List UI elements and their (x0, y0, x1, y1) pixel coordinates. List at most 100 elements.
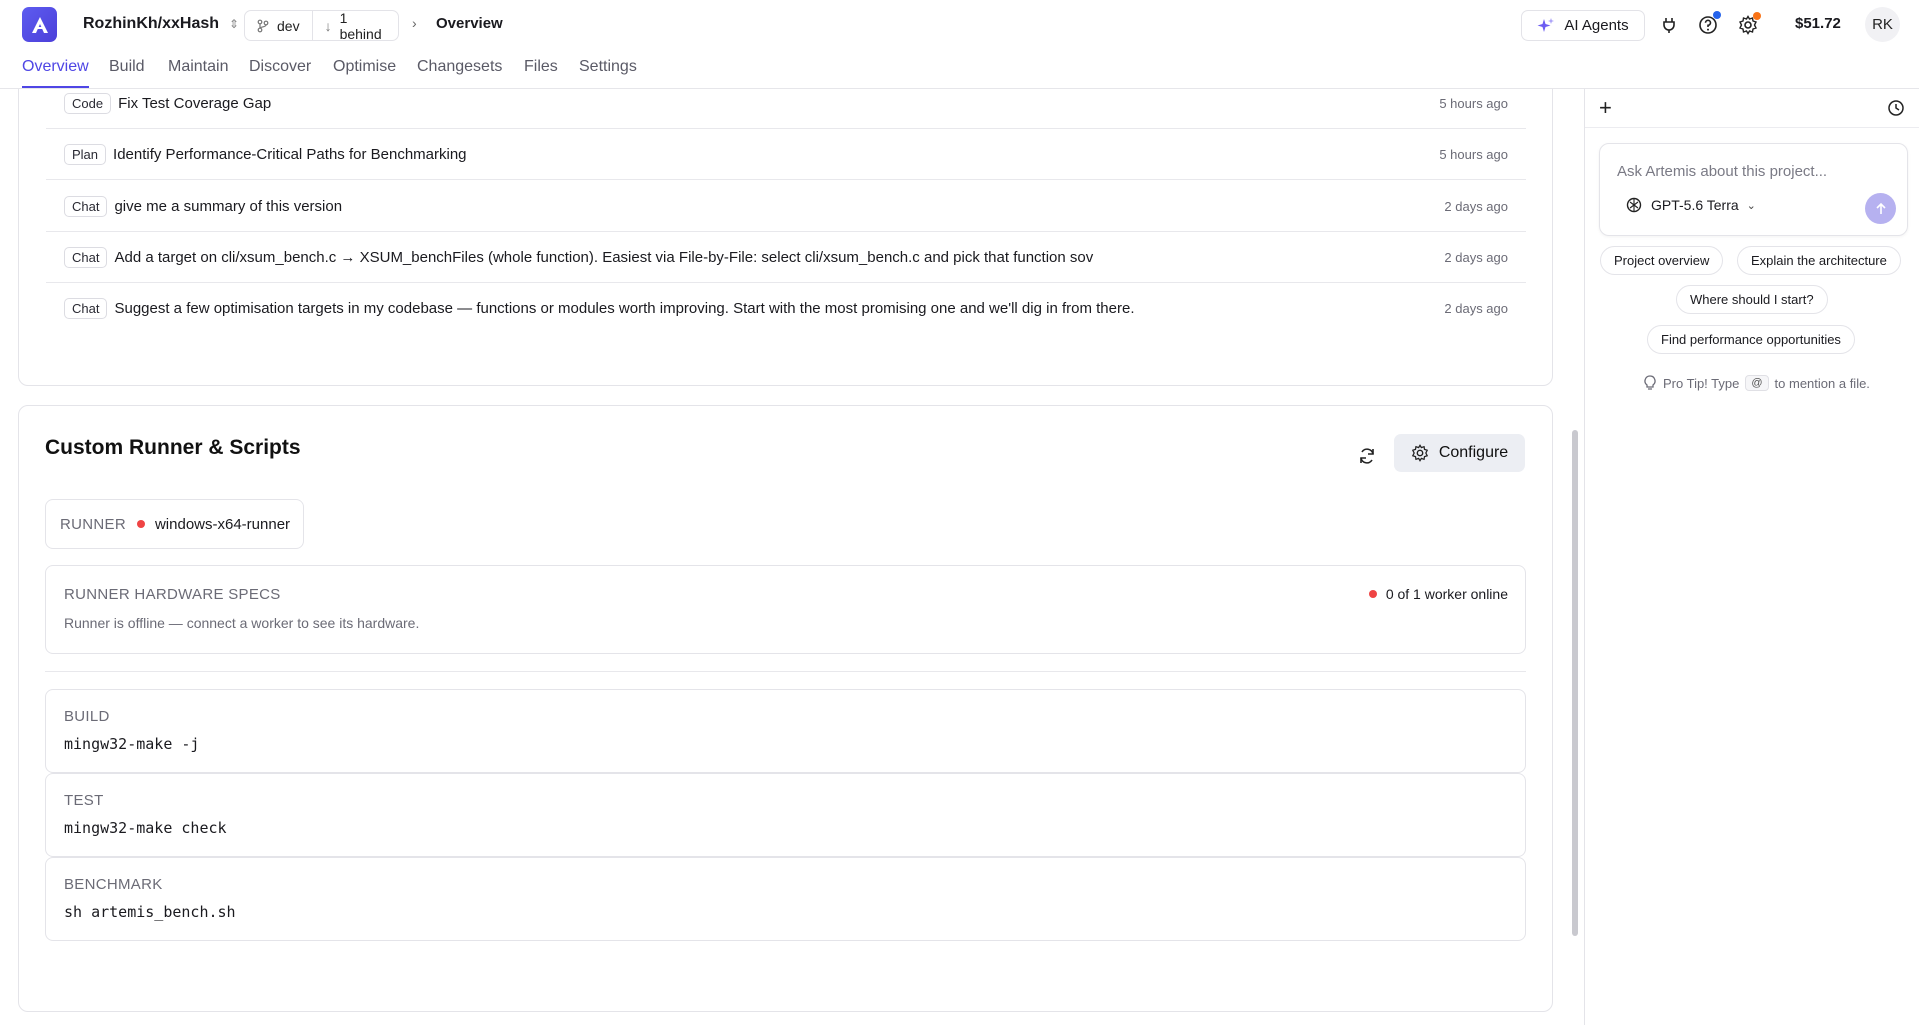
chevron-down-icon: ⌄ (1746, 199, 1756, 212)
tab-maintain[interactable]: Maintain (168, 58, 228, 86)
benchmark-command-box[interactable]: BENCHMARK sh artemis_bench.sh (45, 857, 1526, 941)
model-name: GPT-5.6 Terra (1651, 197, 1739, 213)
breadcrumb-current: Overview (436, 15, 503, 32)
openai-icon (1626, 197, 1642, 213)
tab-changesets[interactable]: Changesets (417, 58, 502, 86)
command-value: sh artemis_bench.sh (64, 903, 236, 921)
history-icon[interactable] (1887, 99, 1905, 121)
send-button[interactable] (1865, 193, 1896, 224)
section-title: Custom Runner & Scripts (45, 436, 301, 459)
chat-input[interactable]: Ask Artemis about this project... (1617, 163, 1827, 180)
configure-label: Configure (1438, 444, 1509, 461)
branch-name: dev (277, 17, 300, 34)
item-type-badge: Chat (64, 298, 108, 319)
tab-build[interactable]: Build (109, 58, 145, 86)
hardware-specs-description: Runner is offline — connect a worker to … (64, 615, 420, 631)
panel-toolbar: + (1585, 89, 1919, 128)
item-time: 2 days ago (1444, 249, 1508, 265)
item-title: Suggest a few optimisation targets in my… (114, 300, 1135, 317)
plug-icon[interactable] (1658, 14, 1680, 36)
sparkle-icon (1537, 17, 1555, 32)
list-item[interactable]: Chat Suggest a few optimisation targets … (46, 283, 1526, 334)
arrow-up-icon (1875, 202, 1886, 214)
item-type-badge: Chat (64, 195, 108, 217)
tab-optimise[interactable]: Optimise (333, 58, 396, 86)
suggestion-chip[interactable]: Where should I start? (1676, 285, 1828, 314)
offline-status-dot (136, 520, 145, 528)
list-item[interactable]: Chat Add a target on cli/xsum_bench.c → … (46, 232, 1526, 283)
arrow-down-icon: ↓ (324, 17, 332, 34)
suggestion-chip[interactable]: Project overview (1600, 246, 1724, 275)
tab-bar: Overview Build Maintain Discover Optimis… (0, 50, 1919, 89)
hardware-specs-box: RUNNER HARDWARE SPECS Runner is offline … (45, 565, 1526, 654)
main-scrollbar[interactable] (1572, 430, 1578, 936)
top-bar: RozhinKh/xxHash ⇕ dev ↓ 1 behind › Overv… (0, 0, 1919, 50)
repo-selector[interactable]: RozhinKh/xxHash ⇕ (83, 15, 239, 33)
item-title: Identify Performance-Critical Paths for … (113, 145, 467, 163)
suggestion-chip[interactable]: Explain the architecture (1737, 246, 1901, 275)
tab-settings[interactable]: Settings (579, 58, 637, 86)
runner-name: windows-x64-runner (154, 515, 291, 533)
avatar[interactable]: RK (1865, 7, 1900, 42)
runner-chip[interactable]: RUNNER windows-x64-runner (45, 499, 304, 549)
refresh-icon (1360, 448, 1374, 464)
item-time: 2 days ago (1444, 301, 1508, 316)
chat-input-box[interactable]: Ask Artemis about this project... GPT-5.… (1599, 143, 1908, 236)
branch-selector[interactable]: dev (245, 11, 312, 40)
repo-name: RozhinKh/xxHash (83, 15, 220, 32)
command-label: BENCHMARK (64, 876, 163, 893)
command-value: mingw32-make check (64, 819, 227, 837)
model-selector[interactable]: GPT-5.6 Terra ⌄ (1625, 196, 1756, 214)
item-type-badge: Plan (64, 143, 107, 165)
build-command-box[interactable]: BUILD mingw32-make -j (45, 689, 1526, 773)
refresh-button[interactable] (1354, 443, 1380, 469)
notification-dot (1713, 11, 1721, 19)
gear-icon[interactable] (1737, 12, 1761, 36)
item-title: give me a summary of this version (114, 197, 343, 215)
hardware-specs-title: RUNNER HARDWARE SPECS (64, 586, 281, 603)
behind-indicator[interactable]: ↓ 1 behind (311, 9, 398, 42)
item-time: 5 hours ago (1439, 146, 1508, 162)
worker-status-text: 0 of 1 worker online (1385, 586, 1508, 602)
behind-count: 1 behind (339, 9, 382, 42)
configure-button[interactable]: Configure (1394, 434, 1525, 472)
offline-status-dot (1368, 590, 1377, 598)
new-chat-icon[interactable]: + (1599, 95, 1612, 121)
ai-agents-button[interactable]: AI Agents (1521, 10, 1645, 41)
suggestion-chip[interactable]: Find performance opportunities (1647, 325, 1855, 354)
avatar-initials: RK (1872, 16, 1893, 33)
git-branch-icon (257, 19, 269, 32)
command-label: BUILD (64, 708, 110, 725)
pro-tip: Pro Tip! Type @ to mention a file. (1643, 375, 1870, 391)
tip-suffix: to mention a file. (1774, 375, 1870, 391)
list-item[interactable]: Chat give me a summary of this version 2… (46, 181, 1526, 232)
branch-box: dev ↓ 1 behind (244, 9, 399, 42)
balance: $51.72 (1795, 15, 1841, 32)
help-icon[interactable] (1697, 11, 1721, 36)
tab-overview[interactable]: Overview (22, 58, 89, 88)
app-logo[interactable] (22, 7, 57, 42)
item-type-badge: Code (64, 92, 112, 114)
command-label: TEST (64, 792, 104, 809)
logo-icon (31, 16, 48, 33)
recent-activity-card: Code Fix Test Coverage Gap 5 hours ago P… (18, 89, 1553, 386)
lightbulb-icon (1644, 375, 1656, 390)
main-content: Code Fix Test Coverage Gap 5 hours ago P… (0, 89, 1584, 1025)
ai-agents-label: AI Agents (1564, 17, 1629, 34)
assistant-panel: + Ask Artemis about this project... GPT-… (1584, 89, 1919, 1025)
settings-alert-dot (1753, 12, 1761, 20)
test-command-box[interactable]: TEST mingw32-make check (45, 773, 1526, 857)
item-time: 5 hours ago (1439, 95, 1508, 111)
tab-files[interactable]: Files (524, 58, 558, 86)
command-value: mingw32-make -j (64, 735, 200, 753)
tip-prefix: Pro Tip! Type (1663, 375, 1740, 391)
chevron-updown-icon: ⇕ (229, 17, 240, 31)
divider (45, 671, 1526, 672)
list-item[interactable]: Code Fix Test Coverage Gap 5 hours ago (46, 89, 1526, 129)
tab-discover[interactable]: Discover (249, 58, 311, 86)
chevron-right-icon: › (412, 15, 417, 31)
custom-runner-card: Custom Runner & Scripts Configure RUNNER… (18, 405, 1553, 1012)
runner-label: RUNNER (60, 515, 126, 533)
worker-status: 0 of 1 worker online (1368, 586, 1508, 602)
list-item[interactable]: Plan Identify Performance-Critical Paths… (46, 129, 1526, 180)
